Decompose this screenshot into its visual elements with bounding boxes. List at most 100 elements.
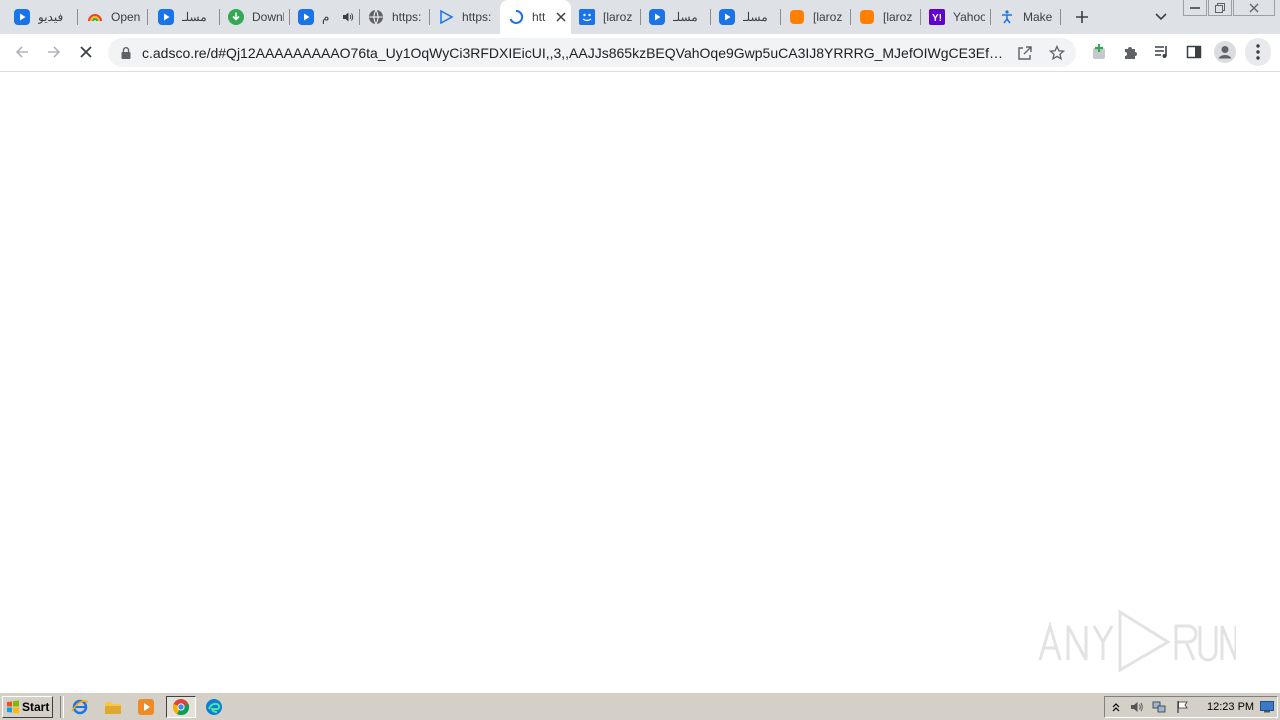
- close-icon: [1249, 3, 1259, 12]
- accessibility-icon: [999, 9, 1015, 25]
- system-tray: 12:23 PM: [1104, 696, 1278, 718]
- audio-playing-icon[interactable]: [342, 11, 354, 23]
- address-bar[interactable]: c.adsco.re/d#Qj12AAAAAAAAAO76ta_Uy1OqWyC…: [108, 38, 1076, 67]
- tab[interactable]: [laroz: [571, 0, 641, 34]
- tab-title: Make: [1023, 10, 1053, 24]
- tab[interactable]: فيديو: [0, 0, 78, 34]
- restore-button[interactable]: [1208, 0, 1232, 16]
- edge-taskbar-icon[interactable]: [202, 696, 226, 718]
- minimize-button[interactable]: [1183, 0, 1207, 16]
- windows-logo-icon: [6, 700, 20, 714]
- side-panel-button[interactable]: [1182, 40, 1206, 64]
- show-hidden-icons-icon[interactable]: [1109, 699, 1123, 715]
- media-queue-icon: [1155, 46, 1167, 58]
- stop-loading-button[interactable]: [74, 40, 98, 64]
- profile-button[interactable]: [1213, 40, 1237, 64]
- plus-icon: [1076, 11, 1088, 23]
- media-controls-button[interactable]: [1150, 40, 1174, 64]
- close-window-button[interactable]: [1233, 0, 1275, 16]
- page-content: [0, 72, 1280, 692]
- blogger-icon: [789, 9, 805, 25]
- start-label: Start: [22, 700, 50, 714]
- tab[interactable]: Downl: [220, 0, 290, 34]
- side-panel-icon: [1186, 45, 1202, 59]
- tab[interactable]: Y! Yahoo: [921, 0, 991, 34]
- extension-button[interactable]: [1087, 40, 1111, 64]
- tab-title: https:: [392, 10, 422, 24]
- globe-icon: [368, 9, 384, 25]
- tab[interactable]: https:: [360, 0, 430, 34]
- tab-title: مسلـ: [673, 10, 698, 24]
- action-center-flag-icon[interactable]: [1175, 699, 1191, 715]
- arrow-left-icon: [15, 46, 28, 58]
- show-desktop-icon[interactable]: [1259, 700, 1275, 714]
- url-text[interactable]: c.adsco.re/d#Qj12AAAAAAAAAO76ta_Uy1OqWyC…: [142, 45, 1007, 61]
- tab[interactable]: [laroz: [851, 0, 921, 34]
- tab-title: [laroz: [603, 10, 633, 24]
- puzzle-icon: [1125, 47, 1137, 59]
- close-tab-icon[interactable]: [556, 12, 566, 22]
- play-icon: [649, 9, 665, 25]
- file-explorer-taskbar-icon[interactable]: [101, 696, 125, 718]
- play-icon: [14, 9, 30, 25]
- tab-title: مسلـ: [743, 10, 768, 24]
- chevron-down-icon: [1155, 13, 1167, 21]
- tab-title: Open: [111, 10, 141, 24]
- clock[interactable]: 12:23 PM: [1207, 701, 1254, 713]
- tab-title: فيديو: [38, 10, 64, 24]
- yahoo-icon: Y!: [929, 9, 945, 25]
- svg-text:Y!: Y!: [932, 13, 942, 24]
- tab[interactable]: Open: [78, 0, 148, 34]
- loading-spinner-icon: [508, 9, 524, 25]
- tab[interactable]: [laroz: [781, 0, 851, 34]
- tab[interactable]: Make: [991, 0, 1061, 34]
- tab-title: Downl: [252, 10, 284, 24]
- extensions-menu-button[interactable]: [1118, 40, 1142, 64]
- play-outline-icon: [438, 9, 454, 25]
- back-button[interactable]: [10, 40, 34, 64]
- tab-title: م: [322, 10, 330, 24]
- play-icon: [158, 9, 174, 25]
- tab-title: htt: [532, 10, 546, 24]
- restore-icon: [1215, 2, 1225, 13]
- minimize-icon: [1190, 6, 1200, 9]
- tab-title: [laroz: [883, 10, 913, 24]
- tab-strip: فيديو Open مسلـ Downl م https: https: ht…: [0, 0, 1280, 34]
- tab[interactable]: مسلـ: [711, 0, 781, 34]
- forward-button[interactable]: [42, 40, 66, 64]
- play-icon: [719, 9, 735, 25]
- bookmark-star-icon[interactable]: [1048, 44, 1066, 62]
- chrome-menu-button[interactable]: [1245, 38, 1271, 66]
- tab-title: [laroz: [813, 10, 843, 24]
- tab[interactable]: مسلـ: [148, 0, 220, 34]
- tab[interactable]: م: [290, 0, 360, 34]
- tab-search-button[interactable]: [1150, 6, 1172, 28]
- taskbar: Start 12:23 PM: [0, 692, 1280, 720]
- anyrun-watermark-logo: [1036, 608, 1238, 673]
- tab-active[interactable]: htt: [500, 0, 571, 34]
- extension-plus-icon: [1093, 44, 1105, 59]
- blogger-icon: [859, 9, 875, 25]
- face-icon: [579, 9, 595, 25]
- tab-title: مسلـ: [182, 10, 207, 24]
- tab[interactable]: https:: [430, 0, 500, 34]
- tab-title: Yahoo: [953, 10, 985, 24]
- more-vert-icon: [1256, 44, 1260, 60]
- share-icon[interactable]: [1016, 44, 1034, 62]
- close-icon: [80, 46, 92, 58]
- tab-title: https:: [462, 10, 492, 24]
- network-icon[interactable]: [1151, 699, 1167, 715]
- tab[interactable]: مسلـ: [641, 0, 711, 34]
- avatar-icon: [1214, 41, 1236, 63]
- lock-icon[interactable]: [120, 46, 132, 59]
- volume-icon[interactable]: [1129, 699, 1145, 715]
- start-button[interactable]: Start: [2, 696, 53, 718]
- browser-toolbar: c.adsco.re/d#Qj12AAAAAAAAAO76ta_Uy1OqWyC…: [0, 34, 1280, 72]
- media-player-taskbar-icon[interactable]: [134, 696, 158, 718]
- play-icon: [298, 9, 314, 25]
- new-tab-button[interactable]: [1071, 6, 1093, 28]
- rainbow-icon: [87, 9, 103, 25]
- download-icon: [228, 9, 244, 25]
- chrome-taskbar-icon[interactable]: [166, 696, 196, 718]
- internet-explorer-taskbar-icon[interactable]: [68, 696, 92, 718]
